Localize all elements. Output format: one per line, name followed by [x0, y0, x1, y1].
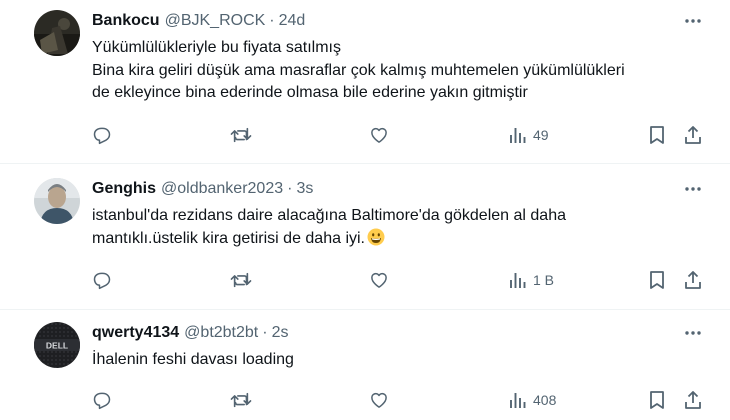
- bookmark-button[interactable]: [648, 387, 666, 413]
- tweet-text-line: Bina kira geliri düşük ama masraflar çok…: [92, 61, 625, 79]
- tweet-text-line: mantıklı.üstelik kira getirisi de daha i…: [92, 229, 365, 247]
- heart-icon: [371, 392, 387, 408]
- heart-icon: [371, 272, 387, 288]
- separator-dot: ·: [269, 12, 275, 29]
- portrait-avatar-icon: [34, 178, 80, 224]
- tweet-header: Bankocu @BJK_ROCK · 24d: [92, 10, 305, 32]
- share-button[interactable]: [683, 122, 703, 148]
- more-icon: [685, 187, 701, 191]
- avatar[interactable]: DELL: [34, 322, 80, 368]
- share-button[interactable]: [683, 387, 703, 413]
- tweet-text-line: istanbul'da rezidans daire alacağına Bal…: [92, 207, 566, 224]
- timestamp[interactable]: 2s: [272, 324, 289, 342]
- retweet-icon: [230, 127, 252, 143]
- views-icon: [510, 273, 526, 288]
- share-button[interactable]: [683, 267, 703, 293]
- display-name[interactable]: Genghis: [92, 180, 156, 198]
- user-handle[interactable]: @BJK_ROCK: [165, 12, 266, 30]
- share-icon: [685, 271, 701, 289]
- share-icon: [685, 126, 701, 144]
- retweet-icon: [230, 392, 252, 408]
- tweet-text: istanbul'da rezidans daire alacağına Bal…: [92, 205, 712, 250]
- reply-button[interactable]: [92, 267, 112, 293]
- reply-icon: [93, 127, 111, 145]
- retweet-icon: [230, 272, 252, 288]
- views-button[interactable]: 1 B: [509, 267, 554, 293]
- retweet-button[interactable]: [230, 267, 252, 293]
- heart-icon: [371, 127, 387, 143]
- bookmark-button[interactable]: [648, 122, 666, 148]
- tweet-text-line: Yükümlülükleriyle bu fiyata satılmış: [92, 39, 341, 56]
- views-count: 1 B: [533, 272, 555, 288]
- tweet-text: Yükümlülükleriyle bu fiyata satılmış Bin…: [92, 37, 712, 105]
- tweet-header: Genghis @oldbanker2023 · 3s: [92, 178, 313, 200]
- more-button[interactable]: [680, 178, 706, 200]
- share-icon: [685, 391, 701, 409]
- tweet-text-line: İhalenin feshi davası loading: [92, 351, 294, 368]
- separator-dot: ·: [287, 180, 293, 197]
- views-count: 49: [533, 127, 549, 143]
- views-icon: [510, 393, 526, 408]
- like-button[interactable]: [369, 387, 389, 413]
- views-count: 408: [533, 392, 557, 408]
- more-button[interactable]: [680, 322, 706, 344]
- reply-icon: [93, 392, 111, 410]
- bookmark-icon: [650, 126, 664, 144]
- separator-dot: ·: [262, 324, 268, 341]
- tweet-actions: 408: [0, 387, 730, 413]
- more-icon: [685, 331, 701, 335]
- tweet-text: İhalenin feshi davası loading: [92, 349, 712, 372]
- tweet-header: qwerty4134 @bt2bt2bt · 2s: [92, 322, 288, 344]
- bookmark-icon: [650, 271, 664, 289]
- retweet-button[interactable]: [230, 387, 252, 413]
- views-button[interactable]: 49: [509, 122, 549, 148]
- dark-photo-avatar-icon: [34, 10, 80, 56]
- tweet-actions: 1 B: [0, 267, 730, 293]
- tweet[interactable]: DELL qwerty4134 @bt2bt2bt · 2s İhalenin …: [0, 310, 730, 420]
- tweet[interactable]: Bankocu @BJK_ROCK · 24d Yükümlülükleriyl…: [0, 0, 730, 163]
- tweet-text-line: de ekleyince bina ederinde olmasa bile e…: [92, 84, 528, 101]
- dell-logo-avatar-icon: DELL: [34, 322, 80, 368]
- retweet-button[interactable]: [230, 122, 252, 148]
- display-name[interactable]: Bankocu: [92, 12, 160, 30]
- user-handle[interactable]: @oldbanker2023: [161, 180, 283, 198]
- avatar[interactable]: [34, 178, 80, 224]
- display-name[interactable]: qwerty4134: [92, 324, 179, 342]
- views-button[interactable]: 408: [509, 387, 556, 413]
- tweet[interactable]: Genghis @oldbanker2023 · 3s istanbul'da …: [0, 164, 730, 309]
- timestamp[interactable]: 3s: [296, 180, 313, 198]
- reply-button[interactable]: [92, 387, 112, 413]
- views-icon: [510, 128, 526, 143]
- tweet-text-line-with-emoji: mantıklı.üstelik kira getirisi de daha i…: [92, 228, 712, 251]
- avatar[interactable]: [34, 10, 80, 56]
- user-handle[interactable]: @bt2bt2bt: [184, 324, 258, 342]
- timestamp[interactable]: 24d: [279, 12, 306, 30]
- bookmark-button[interactable]: [648, 267, 666, 293]
- avatar-logo-text: DELL: [46, 341, 68, 351]
- bookmark-icon: [650, 391, 664, 409]
- reply-icon: [93, 272, 111, 290]
- reply-button[interactable]: [92, 122, 112, 148]
- more-button[interactable]: [680, 10, 706, 32]
- tweet-actions: 49: [0, 122, 730, 148]
- more-icon: [685, 19, 701, 23]
- like-button[interactable]: [369, 122, 389, 148]
- grinning-face-emoji-icon: [367, 228, 385, 246]
- like-button[interactable]: [369, 267, 389, 293]
